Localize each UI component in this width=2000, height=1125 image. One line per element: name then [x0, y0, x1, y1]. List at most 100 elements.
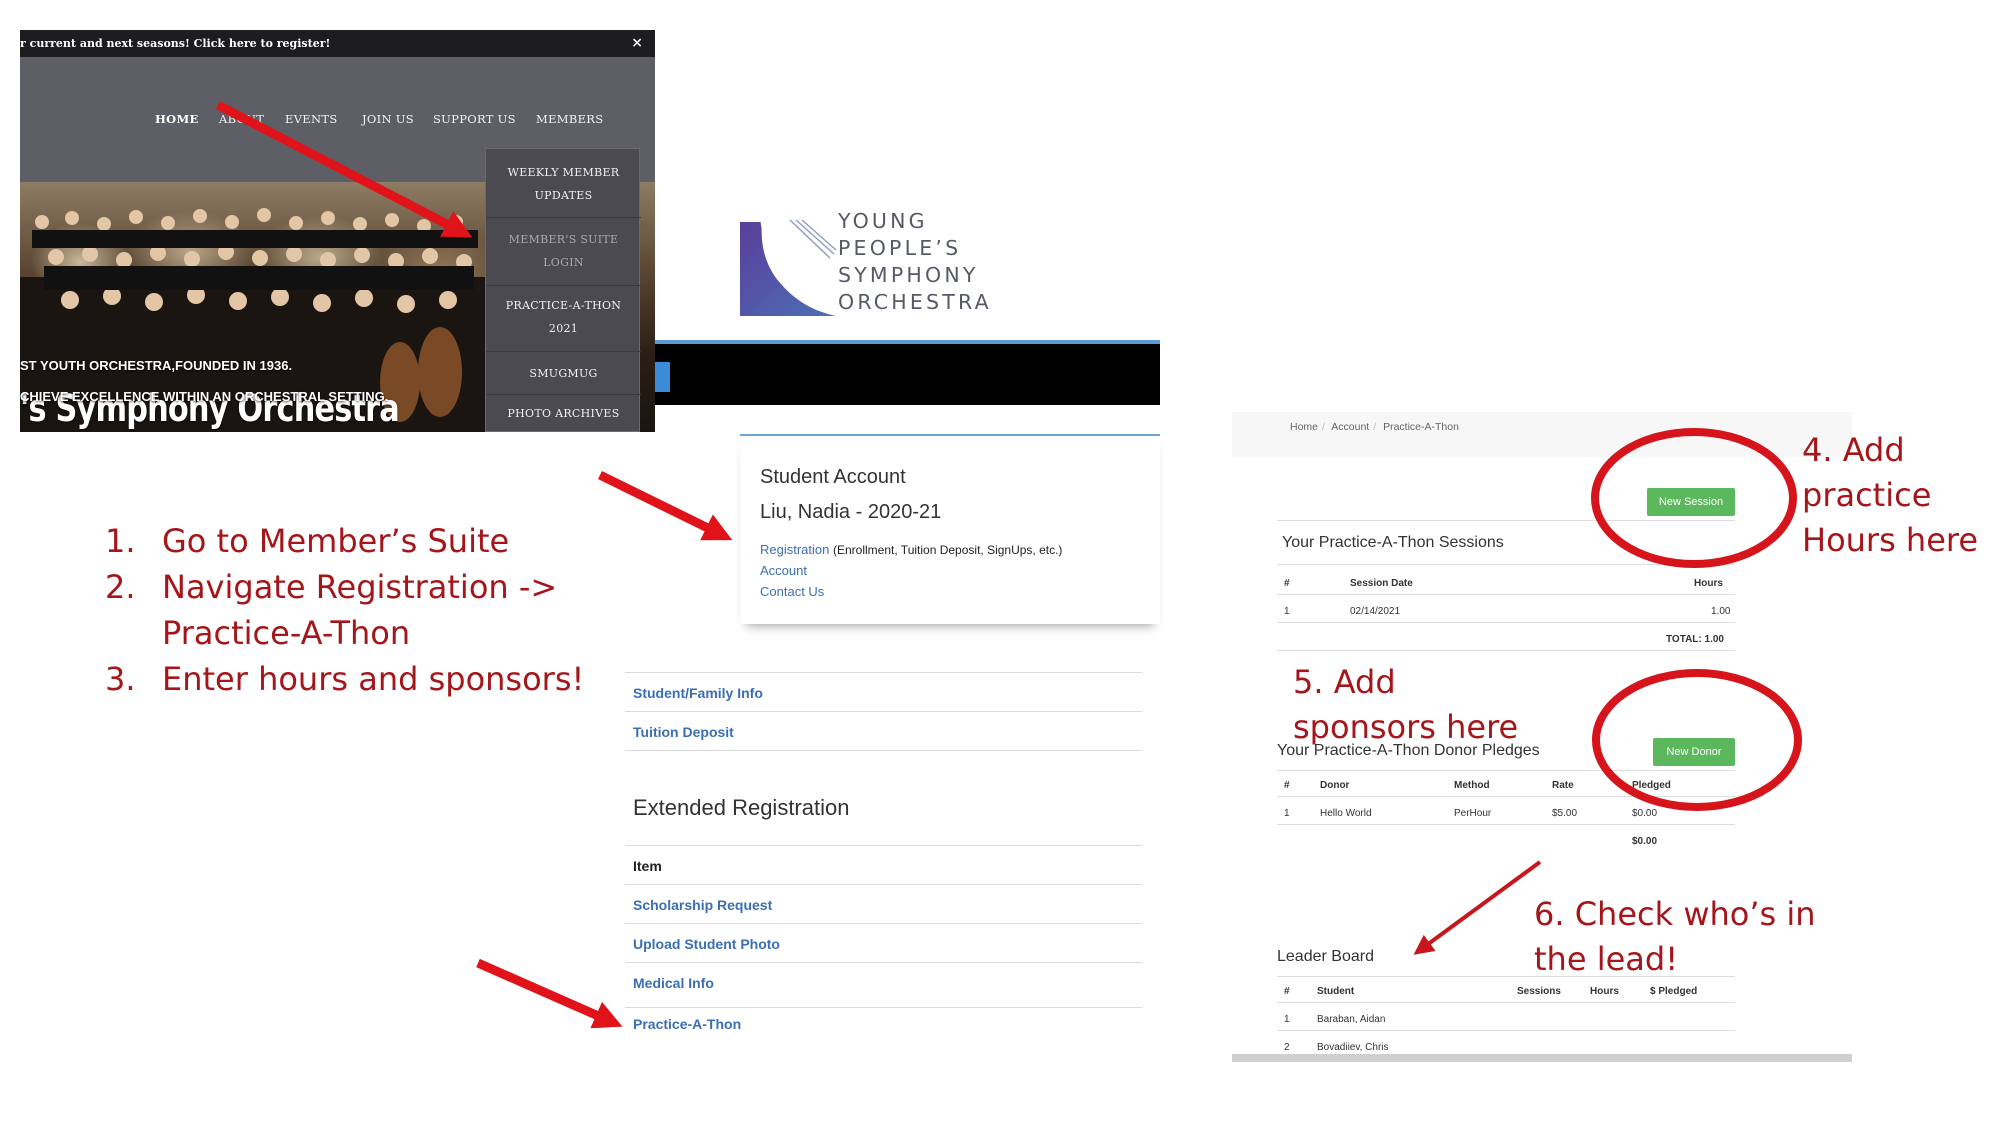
nav-members[interactable]: MEMBERS — [536, 112, 603, 126]
leader-board-title: Leader Board — [1277, 948, 1374, 965]
contact-us-link[interactable]: Contact Us — [760, 584, 824, 599]
divider — [1277, 824, 1735, 825]
col-rate: Rate — [1552, 780, 1574, 791]
annotation-line: practice — [1802, 476, 1932, 514]
col-number: # — [1284, 578, 1290, 589]
session-row-date: 02/14/2021 — [1350, 606, 1401, 617]
menu-photo-archives[interactable]: PHOTO ARCHIVES — [486, 395, 641, 432]
tuition-deposit-link[interactable]: Tuition Deposit — [633, 724, 734, 740]
col-hours: Hours — [1694, 578, 1723, 589]
pledge-row-pledged: $0.00 — [1632, 808, 1658, 819]
menu-weekly-member-updates[interactable]: WEEKLY MEMBER UPDATES — [486, 153, 641, 218]
session-row-number: 1 — [1284, 606, 1290, 617]
logo-line: YOUNG — [838, 209, 928, 233]
hero-subtitle-1: ST YOUTH ORCHESTRA,FOUNDED IN 1936. — [20, 358, 293, 373]
ypso-logo-text: YOUNG PEOPLE’S SYMPHONY ORCHESTRA — [838, 208, 992, 316]
header-tab[interactable] — [655, 362, 670, 392]
instruction-step: 3. Enter hours and sponsors! — [105, 656, 584, 702]
registration-note: (Enrollment, Tuition Deposit, SignUps, e… — [833, 543, 1063, 557]
pledge-row-donor: Hello World — [1320, 808, 1372, 819]
col-session-date: Session Date — [1350, 578, 1413, 589]
divider — [1277, 650, 1735, 651]
medical-info-link[interactable]: Medical Info — [633, 975, 714, 991]
new-donor-button[interactable]: New Donor — [1653, 738, 1735, 766]
menu-item-label: MEMBER'S SUITE — [508, 233, 619, 246]
divider — [1277, 770, 1735, 771]
pledge-row-method: PerHour — [1454, 808, 1492, 819]
leader-row-number: 1 — [1284, 1014, 1290, 1025]
registration-row: Registration (Enrollment, Tuition Deposi… — [760, 542, 1062, 557]
sessions-title: Your Practice-A-Thon Sessions — [1282, 534, 1504, 551]
col-number: # — [1284, 986, 1290, 997]
list-item[interactable]: Student/Family Info — [625, 672, 1142, 711]
divider — [1277, 564, 1735, 565]
new-session-button[interactable]: New Session — [1647, 488, 1735, 516]
menu-item-label: WEEKLY MEMBER — [507, 166, 620, 179]
table-row[interactable]: Practice-A-Thon — [625, 1007, 1142, 1046]
practice-a-thon-link[interactable]: Practice-A-Thon — [633, 1016, 741, 1032]
col-method: Method — [1454, 780, 1490, 791]
step-number: 3. — [105, 660, 136, 698]
student-family-info-link[interactable]: Student/Family Info — [633, 685, 763, 701]
instruction-step: 1. Go to Member’s Suite — [105, 518, 584, 564]
nav-home[interactable]: HOME — [155, 112, 199, 126]
student-name: Liu, Nadia - 2020-21 — [760, 501, 942, 523]
pledge-row-number: 1 — [1284, 808, 1290, 819]
step-number: 2. — [105, 568, 136, 606]
horizontal-scrollbar[interactable] — [1232, 1054, 1852, 1062]
session-row-hours: 1.00 — [1711, 606, 1731, 617]
col-donor: Donor — [1320, 780, 1350, 791]
table-row[interactable]: Upload Student Photo — [625, 923, 1142, 962]
pledges-total: $0.00 — [1632, 836, 1658, 847]
nav-support-us[interactable]: SUPPORT US — [433, 112, 516, 126]
menu-item-label: PRACTICE-A-THON — [505, 299, 622, 312]
hero-subtitle-2: CHIEVE EXCELLENCE WITHIN AN ORCHESTRAL S… — [20, 389, 389, 404]
menu-members-suite-login[interactable]: MEMBER'S SUITE LOGIN — [486, 218, 641, 286]
item-column-header: Item — [633, 858, 662, 874]
col-number: # — [1284, 780, 1290, 791]
annotation-line: sponsors here — [1293, 708, 1519, 746]
nav-about[interactable]: ABOUT — [219, 112, 264, 126]
menu-practice-a-thon-2021[interactable]: PRACTICE-A-THON 2021 — [486, 286, 641, 352]
announcement-banner[interactable]: r current and next seasons! Click here t… — [20, 30, 655, 57]
close-icon[interactable]: × — [631, 30, 643, 57]
breadcrumb: Home / Account / Practice-A-Thon — [1232, 412, 1852, 457]
col-hours: Hours — [1590, 986, 1619, 997]
scholarship-request-link[interactable]: Scholarship Request — [633, 897, 772, 913]
nav-join-us[interactable]: JOIN US — [362, 112, 414, 126]
col-sessions: Sessions — [1517, 986, 1561, 997]
step-number: 1. — [105, 522, 136, 560]
registration-link[interactable]: Registration — [760, 542, 829, 557]
instructions-list: 1. Go to Member’s Suite 2. Navigate Regi… — [105, 518, 584, 702]
account-link[interactable]: Account — [760, 563, 807, 578]
menu-item-label: UPDATES — [534, 189, 593, 202]
logo-line: PEOPLE’S — [838, 236, 962, 260]
divider — [1277, 796, 1735, 797]
breadcrumb-home[interactable]: Home — [1290, 421, 1318, 433]
divider — [1277, 520, 1735, 521]
annotation-line: the lead! — [1534, 940, 1679, 978]
annotation-step4: 4. Add practice Hours here — [1802, 428, 1978, 563]
leader-row-student: Bovadiiev, Chris — [1317, 1042, 1389, 1053]
logo-line: ORCHESTRA — [838, 290, 992, 314]
table-row[interactable]: Medical Info — [625, 962, 1142, 1001]
banner-text[interactable]: r current and next seasons! Click here t… — [20, 30, 330, 57]
menu-smugmug[interactable]: SMUGMUG — [486, 352, 641, 395]
pledge-row-rate: $5.00 — [1552, 808, 1578, 819]
annotation-step5: 5. Add sponsors here — [1293, 660, 1518, 750]
table-header: Item — [625, 845, 1142, 884]
divider — [625, 750, 1142, 751]
upload-student-photo-link[interactable]: Upload Student Photo — [633, 936, 780, 952]
account-heading: Student Account — [760, 466, 906, 488]
website-screenshot: r current and next seasons! Click here t… — [20, 30, 655, 432]
site-header-bar — [655, 340, 1160, 405]
step-text: Practice-A-Thon — [162, 614, 411, 652]
divider — [1277, 1002, 1735, 1003]
arrow-to-practice-a-thon — [476, 958, 623, 1029]
table-row[interactable]: Scholarship Request — [625, 884, 1142, 923]
arrow-to-registration — [598, 470, 733, 541]
breadcrumb-account[interactable]: Account — [1331, 421, 1369, 433]
list-item[interactable]: Tuition Deposit — [625, 711, 1142, 750]
nav-events[interactable]: EVENTS — [285, 112, 338, 126]
step-text: Navigate Registration -> — [162, 568, 558, 606]
